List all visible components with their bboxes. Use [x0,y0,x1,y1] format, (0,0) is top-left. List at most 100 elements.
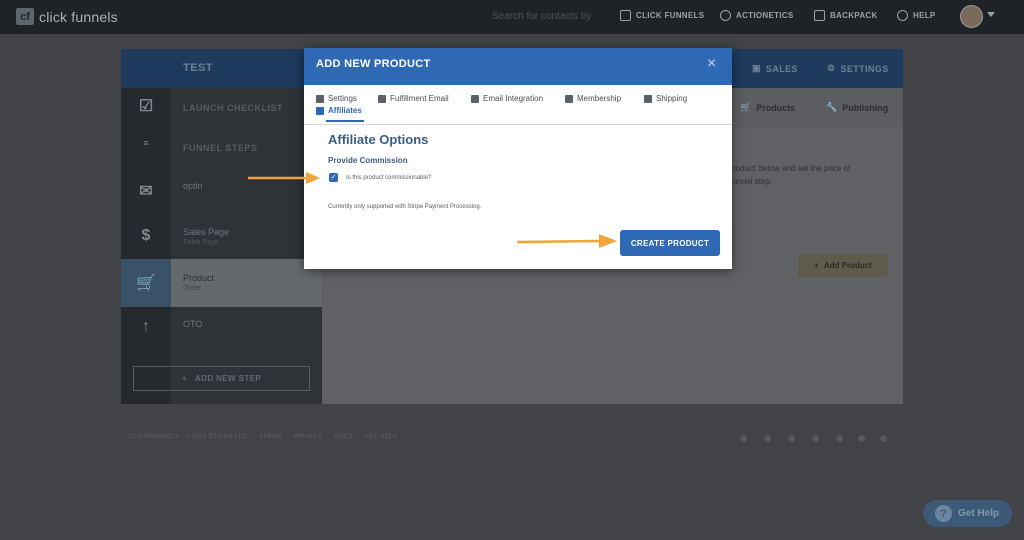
logo-icon: cf [16,8,34,25]
step-product-title[interactable]: Product [183,273,214,283]
nav-help[interactable]: HELP [897,10,936,21]
tab-label: Shipping [656,94,688,103]
tab-products[interactable]: 🛒 Products [740,102,795,113]
add-new-step-button[interactable]: + ADD NEW STEP [133,366,310,391]
avatar[interactable] [960,5,983,28]
dollar-icon: $ [141,227,151,244]
nav-help-label: HELP [913,11,936,20]
gear-icon: ⚙ [827,63,836,73]
tab-label: Affiliates [328,106,362,115]
plus-icon: + [181,374,187,383]
lifebuoy-icon [897,10,908,21]
modal-header: ADD NEW PRODUCT × [304,48,732,85]
instagram-icon[interactable] [812,435,819,442]
tab-affiliates[interactable]: Affiliates [316,106,362,115]
backpack-icon [814,10,825,21]
section-title: Affiliate Options [328,132,429,147]
tab-publishing[interactable]: 🔧 Publishing [826,102,888,113]
footer-docs[interactable]: DOCS [334,434,353,440]
checklist-icon: ☑ [138,98,154,115]
plus-icon: + [814,261,819,270]
step-product-subtitle: Order [183,285,201,292]
cart-icon: 🛒 [136,275,156,292]
add-product-label: Add Product [823,261,872,270]
tab-label: Email Integration [483,94,544,103]
tab-label: Membership [577,94,622,103]
commissionable-checkbox[interactable]: ✓ [329,173,338,182]
tab-sales[interactable]: ▣ SALES [752,63,798,74]
nav-backpack[interactable]: BACKPACK [814,10,878,21]
tab-settings-modal[interactable]: Settings [316,94,357,103]
gears-icon [316,94,324,103]
create-product-button[interactable]: CREATE PRODUCT [620,230,720,256]
add-new-step-label: ADD NEW STEP [194,374,262,383]
tab-membership[interactable]: Membership [565,94,621,103]
user-box-icon [644,94,652,103]
get-help-button[interactable]: ? Get Help [923,500,1012,527]
sidebar-funnel-steps: FUNNEL STEPS [183,143,258,153]
nav-click-funnels[interactable]: CLICK FUNNELS [620,10,704,21]
footer-get-help[interactable]: GET HELP [365,434,397,440]
nav-actionetics-label: ACTIONETICS [736,11,794,20]
provide-commission-label: Provide Commission [328,156,408,165]
arrow-up-icon: ↑ [142,318,150,335]
tab-sales-label: SALES [765,63,798,74]
active-tab-underline [326,120,364,122]
footer-terms[interactable]: TERMS [259,434,282,440]
steps-icon: ≡ [143,138,149,148]
add-product-button[interactable]: + Add Product [798,254,888,277]
tab-shipping[interactable]: Shipping [644,94,687,103]
actionetics-icon [720,10,731,21]
step-sales-title[interactable]: Sales Page [183,227,229,237]
tab-label: Settings [328,94,357,103]
sales-icon: ▣ [752,63,761,73]
sidebar-launch-checklist[interactable]: LAUNCH CHECKLIST [183,103,283,113]
funnel-icon [620,10,631,21]
step-sales-subtitle: Sales Page [183,239,219,246]
arrow-to-checkbox [248,172,320,184]
cart-icon [316,106,324,115]
get-help-label: Get Help [958,508,1000,519]
content-line-2: unnel step. [733,177,773,186]
modal-title: ADD NEW PRODUCT [316,58,431,70]
clickfunnels-logo[interactable]: cf click funnels [16,8,118,25]
twitter-icon[interactable] [858,435,865,442]
sidebar-icon-column [121,88,171,404]
envelope-icon [378,94,386,103]
tab-label: Fulfillment Email [390,94,449,103]
nav-backpack-label: BACKPACK [830,11,878,20]
content-line-1: roduct' below and set the price of [733,164,851,173]
commissionable-checkbox-label[interactable]: Is this product commissionable? [346,175,431,181]
top-navbar: cf click funnels Search for contacts by … [0,0,1024,34]
chevron-down-icon[interactable] [987,12,995,17]
facebook-icon[interactable] [764,435,771,442]
contact-search-input[interactable]: Search for contacts by e [492,11,592,22]
tab-settings[interactable]: ⚙ SETTINGS [827,63,889,74]
footer-links: CLICKFUNNELS - © 2018 ETISON LLC TERMS P… [129,434,397,440]
pencil-icon [471,94,479,103]
tab-publishing-label: Publishing [842,102,889,113]
nav-actionetics[interactable]: ACTIONETICS [720,10,794,21]
nav-click-funnels-label: CLICK FUNNELS [636,11,705,20]
users-icon [565,94,573,103]
tabs-divider [304,124,732,125]
linkedin-icon[interactable] [836,435,843,442]
wrench-icon: 🔧 [826,102,838,112]
envelope-icon: ✉ [139,183,153,200]
funnel-title: TEST [183,62,214,74]
footer-privacy[interactable]: PRIVACY [294,434,322,440]
step-oto-title[interactable]: OTO [183,319,202,329]
rss-icon[interactable] [740,435,747,442]
sidebar-text-column [171,88,322,404]
pinterest-icon[interactable] [880,435,887,442]
tab-products-label: Products [756,102,796,113]
tab-fulfillment-email[interactable]: Fulfillment Email [378,94,449,103]
close-icon[interactable]: × [707,55,716,73]
stripe-note: Currently only supported with Stripe Pay… [328,204,482,210]
step-optin-title[interactable]: optin [183,181,203,191]
cart-icon: 🛒 [740,102,752,112]
tab-settings-label: SETTINGS [840,63,889,74]
tab-email-integration[interactable]: Email Integration [471,94,543,103]
logo-text: click funnels [39,8,118,25]
google-plus-icon[interactable] [788,435,795,442]
